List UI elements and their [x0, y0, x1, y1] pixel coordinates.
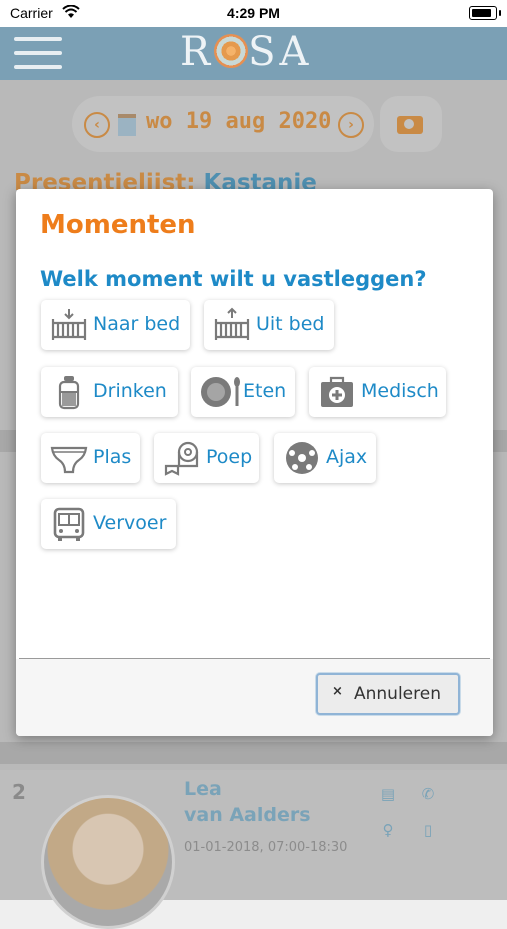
toilet-paper-icon — [164, 441, 199, 476]
moment-button-medisch[interactable]: Medisch — [309, 367, 446, 417]
close-icon: × — [332, 684, 343, 699]
app-header: R SA — [0, 27, 507, 80]
moments-dialog: Momenten Welk moment wilt u vastleggen? … — [16, 189, 493, 736]
moment-label: Vervoer — [93, 512, 167, 534]
moment-button-drinken[interactable]: Drinken — [41, 367, 178, 417]
status-bar: Carrier 4:29 PM — [0, 0, 507, 27]
plate-icon — [201, 377, 240, 407]
status-time: 4:29 PM — [227, 5, 280, 21]
phone-icon[interactable]: ✆ — [420, 786, 436, 802]
date-navigator: ‹ wo 19 aug 2020 › — [72, 96, 374, 152]
bus-icon — [53, 507, 85, 541]
child-avatar — [41, 795, 175, 929]
crib-up-icon — [214, 307, 250, 340]
moment-button-uit-bed[interactable]: Uit bed — [204, 300, 334, 350]
document-icon[interactable]: ▤ — [380, 786, 396, 802]
moment-label: Naar bed — [93, 313, 181, 335]
lightbulb-icon[interactable]: ♀ — [380, 822, 396, 838]
menu-icon — [14, 37, 62, 41]
dialog-question: Welk moment wilt u vastleggen? — [40, 267, 427, 291]
medical-kit-icon — [321, 376, 353, 407]
rosa-logo: R SA — [180, 29, 313, 75]
moment-label: Eten — [243, 380, 287, 402]
bottle-icon — [58, 376, 80, 410]
moment-label: Medisch — [361, 380, 439, 402]
moment-label: Poep — [206, 446, 253, 468]
prev-day-icon[interactable]: ‹ — [84, 112, 110, 138]
dialog-title: Momenten — [40, 210, 196, 240]
child-number: 2 — [12, 780, 26, 804]
moment-label: Uit bed — [256, 313, 325, 335]
moment-button-ajax[interactable]: Ajax — [274, 433, 376, 483]
menu-button[interactable] — [14, 35, 62, 71]
next-day-icon[interactable]: › — [338, 112, 364, 138]
moment-button-vervoer[interactable]: Vervoer — [41, 499, 176, 549]
moment-button-poep[interactable]: Poep — [154, 433, 259, 483]
cancel-label: Annuleren — [354, 684, 441, 704]
current-date[interactable]: wo 19 aug 2020 — [146, 109, 331, 134]
calendar-icon[interactable] — [118, 114, 136, 136]
moment-button-eten[interactable]: Eten — [191, 367, 295, 417]
child-last-name[interactable]: van Aalders — [184, 804, 311, 826]
mobile-icon[interactable]: ▯ — [420, 822, 436, 838]
child-first-name[interactable]: Lea — [184, 778, 222, 800]
moment-button-plas[interactable]: Plas — [41, 433, 140, 483]
camera-button[interactable] — [380, 96, 442, 152]
camera-icon — [397, 116, 423, 134]
battery-icon — [469, 6, 501, 20]
ball-icon — [286, 442, 318, 474]
section-divider — [0, 742, 507, 764]
dialog-footer: × Annuleren — [16, 659, 493, 736]
moment-label: Plas — [93, 446, 132, 468]
cancel-button[interactable]: × Annuleren — [316, 673, 460, 715]
moment-label: Ajax — [326, 446, 368, 468]
moment-label: Drinken — [93, 380, 167, 402]
diaper-icon — [50, 446, 88, 474]
crib-down-icon — [51, 309, 87, 340]
moment-button-naar-bed[interactable]: Naar bed — [41, 300, 190, 350]
child-meta: 01-01-2018, 07:00-18:30 — [184, 840, 348, 855]
